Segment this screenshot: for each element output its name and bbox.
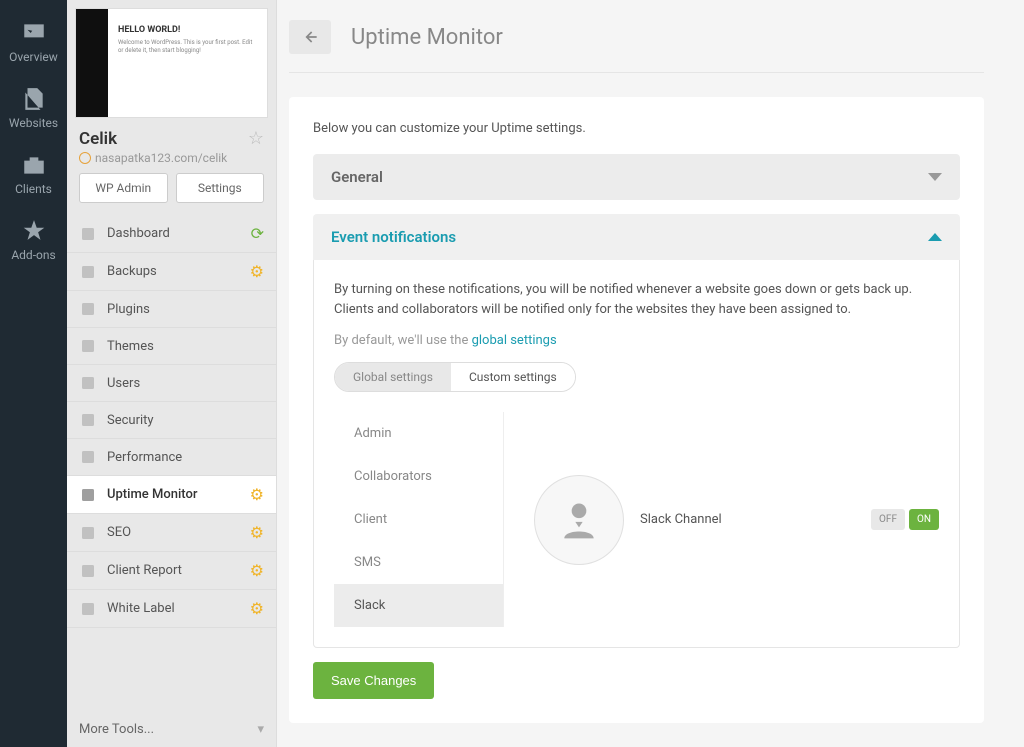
nav-item-backups[interactable]: Backups ⚙ <box>67 253 276 291</box>
rail-label: Clients <box>15 182 52 196</box>
gear-icon: ⚙ <box>250 599 264 618</box>
rail-label: Websites <box>9 116 58 130</box>
nav-icon <box>79 374 97 392</box>
nav-item-uptime-monitor[interactable]: Uptime Monitor ⚙ <box>67 476 276 514</box>
rail-overview[interactable]: Overview <box>0 8 67 74</box>
event-panel-body: By turning on these notifications, you w… <box>313 260 960 648</box>
thumb-text: Welcome to WordPress. This is your first… <box>118 39 257 55</box>
global-settings-link[interactable]: global settings <box>472 333 557 348</box>
files-icon <box>21 86 47 112</box>
event-note: By turning on these notifications, you w… <box>334 280 939 319</box>
gear-icon: ⚙ <box>250 485 264 504</box>
nav-item-label: Client Report <box>107 563 182 578</box>
chevron-up-icon <box>928 233 942 241</box>
rail-addons[interactable]: Add-ons <box>0 206 67 272</box>
site-name: Celik <box>79 129 117 149</box>
tab-slack[interactable]: Slack <box>334 584 503 627</box>
notification-tabs: AdminCollaboratorsClientSMSSlack <box>334 412 504 627</box>
nav-item-themes[interactable]: Themes <box>67 328 276 365</box>
nav-icon <box>79 600 97 618</box>
gear-icon: ⚙ <box>250 561 264 580</box>
wp-admin-button[interactable]: WP Admin <box>79 173 168 203</box>
nav-icon <box>79 448 97 466</box>
main-content: Uptime Monitor Below you can customize y… <box>277 0 1024 747</box>
tab-collaborators[interactable]: Collaborators <box>334 455 503 498</box>
rail-clients[interactable]: Clients <box>0 140 67 206</box>
nav-icon <box>79 562 97 580</box>
arrow-left-icon <box>300 27 320 47</box>
thumb-title: HELLO WORLD! <box>118 25 257 35</box>
toggle-on[interactable]: ON <box>909 509 939 530</box>
nav-item-client-report[interactable]: Client Report ⚙ <box>67 552 276 590</box>
site-url[interactable]: nasapatka123.com/celik <box>79 151 264 165</box>
rail-websites[interactable]: Websites <box>0 74 67 140</box>
star-icon <box>21 218 47 244</box>
gear-icon: ⚙ <box>250 523 264 542</box>
seg-custom-button[interactable]: Custom settings <box>451 363 575 391</box>
favorite-star-icon[interactable]: ☆ <box>248 128 264 149</box>
chevron-down-icon: ▾ <box>257 722 264 737</box>
seg-global-button[interactable]: Global settings <box>335 363 451 391</box>
nav-item-label: White Label <box>107 601 175 616</box>
nav-item-plugins[interactable]: Plugins <box>67 291 276 328</box>
nav-item-label: Performance <box>107 450 182 465</box>
nav-item-label: Dashboard <box>107 226 170 241</box>
nav-icon <box>79 300 97 318</box>
settings-button[interactable]: Settings <box>176 173 265 203</box>
globe-icon <box>79 152 91 164</box>
tab-client[interactable]: Client <box>334 498 503 541</box>
channel-toggle: OFF ON <box>871 509 939 530</box>
nav-item-white-label[interactable]: White Label ⚙ <box>67 590 276 628</box>
event-panel-header[interactable]: Event notifications <box>313 214 960 260</box>
nav-item-dashboard[interactable]: Dashboard ⟳ <box>67 215 276 253</box>
general-panel-header[interactable]: General <box>313 154 960 200</box>
page-description: Below you can customize your Uptime sett… <box>313 121 960 136</box>
briefcase-icon <box>21 152 47 178</box>
nav-item-label: Plugins <box>107 302 150 317</box>
channel-label: Slack Channel <box>640 512 855 527</box>
nav-icon <box>79 263 97 281</box>
page-title: Uptime Monitor <box>351 25 503 50</box>
monitor-icon <box>21 20 47 46</box>
nav-item-label: Security <box>107 413 154 428</box>
rail-label: Overview <box>9 50 58 64</box>
nav-item-security[interactable]: Security <box>67 402 276 439</box>
main-rail: Overview Websites Clients Add-ons <box>0 0 67 747</box>
default-note: By default, we'll use the global setting… <box>334 333 939 348</box>
nav-icon <box>79 225 97 243</box>
channel-avatar <box>534 475 624 565</box>
more-tools[interactable]: More Tools... ▾ <box>67 712 276 747</box>
toggle-off[interactable]: OFF <box>871 509 905 530</box>
tab-sms[interactable]: SMS <box>334 541 503 584</box>
nav-item-label: Uptime Monitor <box>107 487 197 502</box>
nav-icon <box>79 486 97 504</box>
sync-icon: ⟳ <box>251 224 264 243</box>
nav-item-label: SEO <box>107 525 131 540</box>
nav-icon <box>79 337 97 355</box>
nav-item-label: Themes <box>107 339 154 354</box>
back-button[interactable] <box>289 20 331 54</box>
settings-segment: Global settings Custom settings <box>334 362 576 392</box>
nav-item-seo[interactable]: SEO ⚙ <box>67 514 276 552</box>
site-sidebar: HELLO WORLD! Welcome to WordPress. This … <box>67 0 277 747</box>
rail-label: Add-ons <box>11 248 55 262</box>
tab-admin[interactable]: Admin <box>334 412 503 455</box>
nav-item-users[interactable]: Users <box>67 365 276 402</box>
gear-icon: ⚙ <box>250 262 264 281</box>
nav-item-performance[interactable]: Performance <box>67 439 276 476</box>
chevron-down-icon <box>928 173 942 181</box>
site-thumbnail[interactable]: HELLO WORLD! Welcome to WordPress. This … <box>75 8 268 118</box>
person-icon <box>557 498 601 542</box>
save-changes-button[interactable]: Save Changes <box>313 662 434 699</box>
nav-item-label: Backups <box>107 264 157 279</box>
nav-icon <box>79 524 97 542</box>
nav-item-label: Users <box>107 376 140 391</box>
site-nav: Dashboard ⟳ Backups ⚙ Plugins Themes Users Secu… <box>67 215 276 712</box>
nav-icon <box>79 411 97 429</box>
